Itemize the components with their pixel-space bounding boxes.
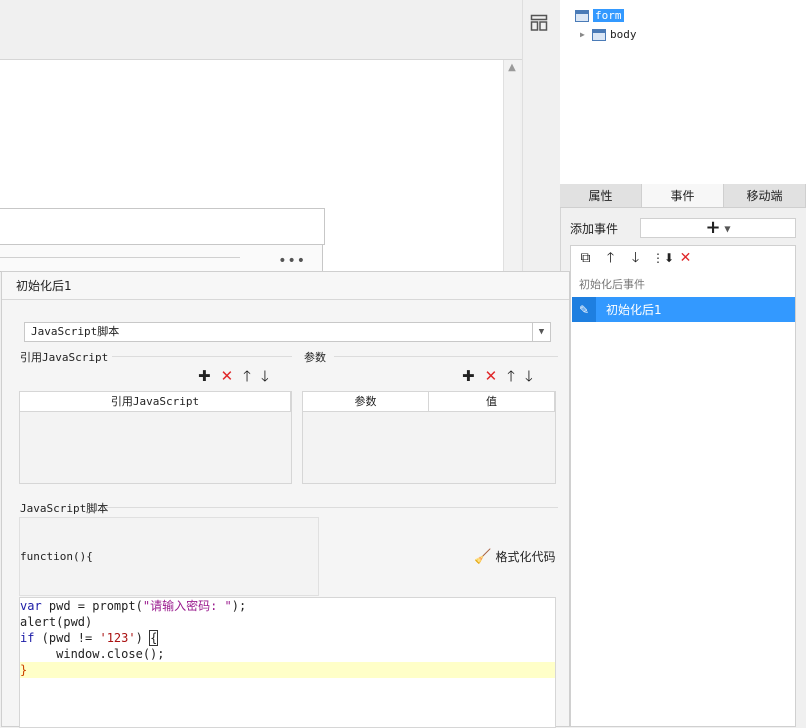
delete-icon[interactable]: ✕ [485, 369, 498, 384]
layout-icon[interactable] [530, 14, 548, 32]
move-down-icon[interactable]: 🡓 [261, 369, 269, 384]
code-line: if (pwd != '123') { [20, 630, 159, 646]
canvas-toolbar-area [0, 0, 522, 60]
event-item-label: 初始化后1 [606, 303, 662, 317]
script-type-select[interactable]: JavaScript脚本 ▼ [24, 322, 551, 342]
events-toolbar: ⧉ 🡑 🡓 ⋮⬇ ✕ [571, 246, 795, 270]
move-up-icon[interactable]: 🡑 [602, 251, 619, 265]
params-table: 参数 值 [302, 391, 556, 484]
copy-icon[interactable]: ⧉ [577, 251, 594, 265]
format-code-button[interactable]: 🧹 格式化代码 [474, 548, 555, 565]
tree-item-label: body [610, 28, 637, 41]
function-header-box: function(){ [19, 517, 319, 596]
scroll-up-icon[interactable]: ▲ [507, 63, 517, 73]
tab-properties[interactable]: 属性 [560, 184, 642, 207]
body-icon [592, 28, 606, 41]
tree-item-body[interactable]: ▶ body [580, 28, 637, 41]
tree-item-form[interactable]: form [575, 9, 624, 22]
canvas-widget-2[interactable]: ••• [0, 244, 323, 272]
code-line: } [20, 662, 555, 678]
expand-icon[interactable]: ▶ [580, 30, 592, 39]
params-section-label: 参数 [304, 351, 326, 364]
tree-item-label: form [593, 9, 624, 22]
code-line: var pwd = prompt("请输入密码: "); [20, 599, 247, 613]
plus-icon: + [705, 217, 721, 238]
add-event-button[interactable]: + ▼ [640, 218, 796, 238]
column-header-ref-js[interactable]: 引用JavaScript [20, 392, 291, 411]
panel-tabs: 属性 事件 移动端 [560, 184, 806, 208]
format-code-label: 格式化代码 [495, 550, 556, 564]
code-line: alert(pwd) [20, 615, 93, 629]
canvas-scrollbar[interactable]: ▲ [503, 60, 520, 272]
more-icon[interactable]: ••• [278, 254, 306, 268]
script-type-value: JavaScript脚本 [31, 325, 120, 338]
edit-icon[interactable]: ✎ [572, 297, 596, 322]
dialog-title: 初始化后1 [2, 272, 569, 300]
ref-js-table: 引用JavaScript [19, 391, 292, 484]
column-header-param[interactable]: 参数 [303, 392, 429, 411]
script-section-label: JavaScript脚本 [20, 502, 109, 515]
event-group-label: 初始化后事件 [579, 278, 645, 291]
event-item[interactable]: ✎ 初始化后1 [572, 297, 795, 322]
canvas-widget[interactable] [0, 208, 325, 245]
divider [106, 507, 558, 508]
delete-icon[interactable]: ✕ [677, 251, 694, 265]
dropdown-caret-icon: ▼ [724, 224, 731, 234]
function-header: function(){ [20, 550, 93, 563]
widget-tree: form ▶ body [560, 0, 806, 184]
chevron-down-icon[interactable]: ▼ [532, 323, 550, 341]
column-header-value[interactable]: 值 [429, 392, 555, 411]
broom-icon: 🧹 [474, 548, 492, 565]
move-bottom-icon[interactable]: ⋮⬇ [652, 251, 674, 265]
side-strip [522, 0, 560, 272]
move-up-icon[interactable]: 🡑 [507, 369, 515, 384]
code-editor[interactable]: var pwd = prompt("请输入密码: "); alert(pwd) … [19, 597, 556, 728]
ref-js-toolbar: ✚ ✕ 🡑 🡓 [198, 369, 269, 384]
event-dialog: 初始化后1 JavaScript脚本 ▼ 引用JavaScript 参数 ✚ ✕… [1, 271, 570, 728]
events-list: ⧉ 🡑 🡓 ⋮⬇ ✕ 初始化后事件 ✎ 初始化后1 [570, 245, 796, 727]
params-toolbar: ✚ ✕ 🡑 🡓 [462, 369, 533, 384]
tab-events[interactable]: 事件 [642, 184, 724, 207]
ref-js-section-label: 引用JavaScript [20, 351, 109, 364]
add-icon[interactable]: ✚ [198, 369, 211, 384]
move-up-icon[interactable]: 🡑 [243, 369, 251, 384]
form-icon [575, 9, 589, 22]
divider [334, 356, 558, 357]
divider [112, 356, 292, 357]
code-line: window.close(); [20, 647, 165, 661]
move-down-icon[interactable]: 🡓 [627, 251, 644, 265]
add-event-label: 添加事件 [570, 222, 619, 236]
delete-icon[interactable]: ✕ [221, 369, 234, 384]
tab-mobile[interactable]: 移动端 [724, 184, 806, 207]
move-down-icon[interactable]: 🡓 [525, 369, 533, 384]
add-icon[interactable]: ✚ [462, 369, 475, 384]
